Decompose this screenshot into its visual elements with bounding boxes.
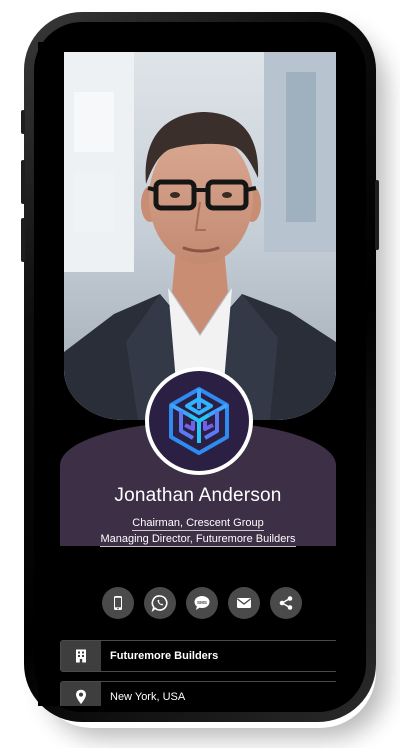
phone-screen: Jonathan Anderson Chairman, Crescent Gro…	[38, 42, 336, 706]
share-button[interactable]	[270, 587, 302, 619]
building-icon	[76, 649, 86, 663]
location-pin-icon	[76, 689, 86, 704]
contact-actions: SMS	[102, 587, 302, 621]
profile-title-2[interactable]: Managing Director, Futuremore Builders	[60, 533, 336, 547]
mobile-phone-icon	[114, 596, 122, 610]
info-row-location[interactable]: New York, USA	[60, 681, 336, 706]
profile-photo	[64, 52, 336, 420]
whatsapp-icon	[151, 595, 168, 612]
phone-mute-switch	[21, 110, 25, 134]
info-row-location-icon-box	[61, 682, 101, 706]
profile-photo-illustration	[64, 52, 336, 420]
cube-logo-icon	[169, 387, 229, 455]
whatsapp-button[interactable]	[144, 587, 176, 619]
info-row-company[interactable]: Futuremore Builders	[60, 640, 336, 672]
phone-volume-up-button	[21, 160, 25, 204]
sms-button[interactable]: SMS	[186, 587, 218, 619]
profile-name: Jonathan Anderson	[114, 485, 282, 506]
info-row-company-text: Futuremore Builders	[110, 650, 219, 662]
phone-power-button	[375, 180, 379, 250]
profile-title-1-link[interactable]: Chairman, Crescent Group	[132, 517, 264, 531]
email-icon	[237, 598, 251, 608]
info-row-company-icon-box	[61, 641, 101, 671]
phone-volume-down-button	[21, 218, 25, 262]
call-button[interactable]	[102, 587, 134, 619]
share-icon	[279, 596, 293, 610]
sms-icon-label: SMS	[197, 600, 207, 605]
profile-title-2-link[interactable]: Managing Director, Futuremore Builders	[100, 533, 296, 547]
email-button[interactable]	[228, 587, 260, 619]
sms-icon: SMS	[194, 596, 210, 610]
profile-title-1[interactable]: Chairman, Crescent Group	[60, 517, 336, 531]
company-logo	[145, 367, 253, 475]
info-row-location-text: New York, USA	[110, 691, 186, 703]
